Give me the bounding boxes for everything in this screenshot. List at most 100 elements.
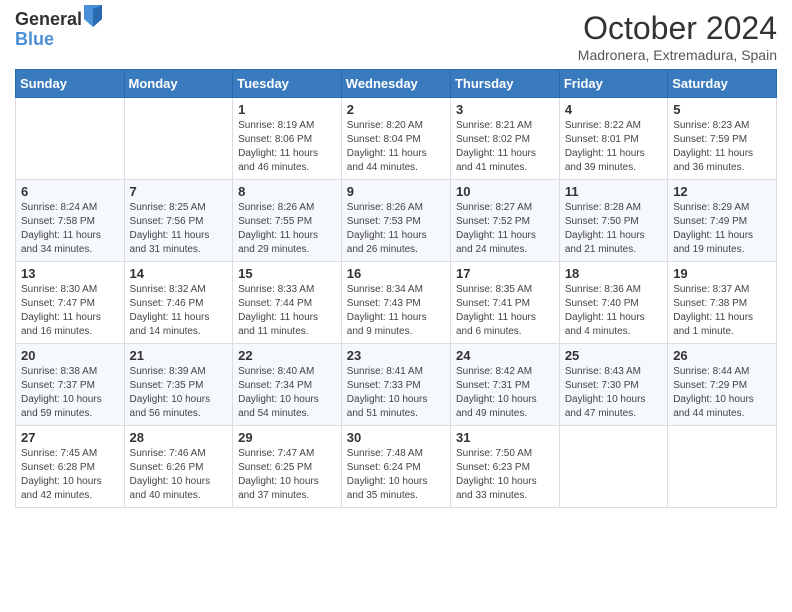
calendar-week-row: 1 Sunrise: 8:19 AM Sunset: 8:06 PM Daylig…	[16, 98, 777, 180]
day-info: Sunrise: 8:28 AM Sunset: 7:50 PM Dayligh…	[565, 201, 662, 257]
day-number: 13	[21, 266, 119, 281]
calendar-cell: 22 Sunrise: 8:40 AM Sunset: 7:34 PM Dayli…	[233, 344, 342, 426]
day-number: 4	[565, 102, 662, 117]
day-info: Sunrise: 8:32 AM Sunset: 7:46 PM Dayligh…	[130, 283, 228, 339]
calendar-cell: 5Sunrise: 8:23 AM Sunset: 7:59 PM Daylig…	[668, 98, 777, 180]
day-info: Sunrise: 8:20 AM Sunset: 8:04 PM Dayligh…	[347, 119, 445, 175]
calendar-cell: 7Sunrise: 8:25 AM Sunset: 7:56 PM Daylig…	[124, 180, 233, 262]
calendar-cell: 25Sunrise: 8:43 AM Sunset: 7:30 PM Dayli…	[559, 344, 667, 426]
day-of-week-header: Sunday	[16, 70, 125, 98]
day-info: Sunrise: 7:50 AM Sunset: 6:23 PM Dayligh…	[456, 447, 554, 503]
day-number: 25	[565, 348, 662, 363]
calendar-cell: 3 Sunrise: 8:21 AM Sunset: 8:02 PM Daylig…	[450, 98, 559, 180]
calendar-cell: 8 Sunrise: 8:26 AM Sunset: 7:55 PM Daylig…	[233, 180, 342, 262]
calendar-cell: 21 Sunrise: 8:39 AM Sunset: 7:35 PM Dayli…	[124, 344, 233, 426]
day-number: 24	[456, 348, 554, 363]
day-info: Sunrise: 8:39 AM Sunset: 7:35 PM Dayligh…	[130, 365, 228, 421]
day-info: Sunrise: 7:48 AM Sunset: 6:24 PM Dayligh…	[347, 447, 445, 503]
calendar-cell: 6Sunrise: 8:24 AM Sunset: 7:58 PM Daylig…	[16, 180, 125, 262]
day-number: 30	[347, 430, 445, 445]
day-info: Sunrise: 8:19 AM Sunset: 8:06 PM Dayligh…	[238, 119, 336, 175]
day-info: Sunrise: 8:44 AM Sunset: 7:29 PM Dayligh…	[673, 365, 771, 421]
calendar-cell: 9 Sunrise: 8:26 AM Sunset: 7:53 PM Daylig…	[341, 180, 450, 262]
day-number: 10	[456, 184, 554, 199]
day-number: 1	[238, 102, 336, 117]
day-number: 16	[347, 266, 445, 281]
day-info: Sunrise: 7:47 AM Sunset: 6:25 PM Dayligh…	[238, 447, 336, 503]
calendar-cell: 10 Sunrise: 8:27 AM Sunset: 7:52 PM Dayli…	[450, 180, 559, 262]
day-info: Sunrise: 8:34 AM Sunset: 7:43 PM Dayligh…	[347, 283, 445, 339]
day-number: 9	[347, 184, 445, 199]
page-header: General Blue October 2024 Madronera, Ext…	[15, 10, 777, 63]
day-number: 31	[456, 430, 554, 445]
calendar-cell: 31 Sunrise: 7:50 AM Sunset: 6:23 PM Dayli…	[450, 426, 559, 508]
day-number: 7	[130, 184, 228, 199]
calendar-cell: 24Sunrise: 8:42 AM Sunset: 7:31 PM Dayli…	[450, 344, 559, 426]
calendar-cell: 2Sunrise: 8:20 AM Sunset: 8:04 PM Daylig…	[341, 98, 450, 180]
calendar-cell: 12Sunrise: 8:29 AM Sunset: 7:49 PM Dayli…	[668, 180, 777, 262]
logo-general-text: General	[15, 10, 82, 30]
day-info: Sunrise: 8:30 AM Sunset: 7:47 PM Dayligh…	[21, 283, 119, 339]
logo-icon	[84, 5, 102, 27]
calendar-cell: 30 Sunrise: 7:48 AM Sunset: 6:24 PM Dayli…	[341, 426, 450, 508]
calendar-week-row: 13 Sunrise: 8:30 AM Sunset: 7:47 PM Dayli…	[16, 262, 777, 344]
day-number: 22	[238, 348, 336, 363]
day-number: 26	[673, 348, 771, 363]
calendar-cell: 15Sunrise: 8:33 AM Sunset: 7:44 PM Dayli…	[233, 262, 342, 344]
calendar-cell: 28Sunrise: 7:46 AM Sunset: 6:26 PM Dayli…	[124, 426, 233, 508]
day-info: Sunrise: 8:21 AM Sunset: 8:02 PM Dayligh…	[456, 119, 554, 175]
day-number: 19	[673, 266, 771, 281]
day-number: 3	[456, 102, 554, 117]
day-info: Sunrise: 8:29 AM Sunset: 7:49 PM Dayligh…	[673, 201, 771, 257]
calendar-cell: 27 Sunrise: 7:45 AM Sunset: 6:28 PM Dayli…	[16, 426, 125, 508]
calendar-week-row: 27 Sunrise: 7:45 AM Sunset: 6:28 PM Dayli…	[16, 426, 777, 508]
day-of-week-header: Monday	[124, 70, 233, 98]
day-info: Sunrise: 8:26 AM Sunset: 7:53 PM Dayligh…	[347, 201, 445, 257]
day-info: Sunrise: 8:41 AM Sunset: 7:33 PM Dayligh…	[347, 365, 445, 421]
day-info: Sunrise: 7:46 AM Sunset: 6:26 PM Dayligh…	[130, 447, 228, 503]
day-number: 20	[21, 348, 119, 363]
day-info: Sunrise: 8:36 AM Sunset: 7:40 PM Dayligh…	[565, 283, 662, 339]
day-number: 21	[130, 348, 228, 363]
day-info: Sunrise: 8:26 AM Sunset: 7:55 PM Dayligh…	[238, 201, 336, 257]
day-info: Sunrise: 8:37 AM Sunset: 7:38 PM Dayligh…	[673, 283, 771, 339]
calendar-week-row: 20 Sunrise: 8:38 AM Sunset: 7:37 PM Dayli…	[16, 344, 777, 426]
day-info: Sunrise: 8:22 AM Sunset: 8:01 PM Dayligh…	[565, 119, 662, 175]
calendar-week-row: 6Sunrise: 8:24 AM Sunset: 7:58 PM Daylig…	[16, 180, 777, 262]
calendar-cell: 11Sunrise: 8:28 AM Sunset: 7:50 PM Dayli…	[559, 180, 667, 262]
day-info: Sunrise: 8:24 AM Sunset: 7:58 PM Dayligh…	[21, 201, 119, 257]
day-of-week-header: Tuesday	[233, 70, 342, 98]
logo-blue-text: Blue	[15, 30, 102, 50]
calendar-header-row: SundayMondayTuesdayWednesdayThursdayFrid…	[16, 70, 777, 98]
day-number: 18	[565, 266, 662, 281]
calendar-cell: 4 Sunrise: 8:22 AM Sunset: 8:01 PM Daylig…	[559, 98, 667, 180]
calendar-cell: 13 Sunrise: 8:30 AM Sunset: 7:47 PM Dayli…	[16, 262, 125, 344]
day-number: 29	[238, 430, 336, 445]
calendar-cell: 29 Sunrise: 7:47 AM Sunset: 6:25 PM Dayli…	[233, 426, 342, 508]
calendar-cell	[559, 426, 667, 508]
calendar-cell: 16 Sunrise: 8:34 AM Sunset: 7:43 PM Dayli…	[341, 262, 450, 344]
location-subtitle: Madronera, Extremadura, Spain	[578, 47, 777, 63]
calendar-cell	[668, 426, 777, 508]
day-number: 8	[238, 184, 336, 199]
calendar-cell: 19 Sunrise: 8:37 AM Sunset: 7:38 PM Dayli…	[668, 262, 777, 344]
day-of-week-header: Saturday	[668, 70, 777, 98]
calendar-cell	[124, 98, 233, 180]
day-number: 23	[347, 348, 445, 363]
calendar-cell: 17 Sunrise: 8:35 AM Sunset: 7:41 PM Dayli…	[450, 262, 559, 344]
day-of-week-header: Thursday	[450, 70, 559, 98]
calendar-cell	[16, 98, 125, 180]
day-info: Sunrise: 8:40 AM Sunset: 7:34 PM Dayligh…	[238, 365, 336, 421]
day-number: 17	[456, 266, 554, 281]
day-number: 27	[21, 430, 119, 445]
day-info: Sunrise: 8:38 AM Sunset: 7:37 PM Dayligh…	[21, 365, 119, 421]
day-info: Sunrise: 8:23 AM Sunset: 7:59 PM Dayligh…	[673, 119, 771, 175]
day-info: Sunrise: 8:27 AM Sunset: 7:52 PM Dayligh…	[456, 201, 554, 257]
month-title: October 2024	[578, 10, 777, 47]
day-info: Sunrise: 7:45 AM Sunset: 6:28 PM Dayligh…	[21, 447, 119, 503]
logo: General Blue	[15, 10, 102, 50]
calendar-table: SundayMondayTuesdayWednesdayThursdayFrid…	[15, 69, 777, 508]
title-section: October 2024 Madronera, Extremadura, Spa…	[578, 10, 777, 63]
day-info: Sunrise: 8:35 AM Sunset: 7:41 PM Dayligh…	[456, 283, 554, 339]
calendar-cell: 26 Sunrise: 8:44 AM Sunset: 7:29 PM Dayli…	[668, 344, 777, 426]
